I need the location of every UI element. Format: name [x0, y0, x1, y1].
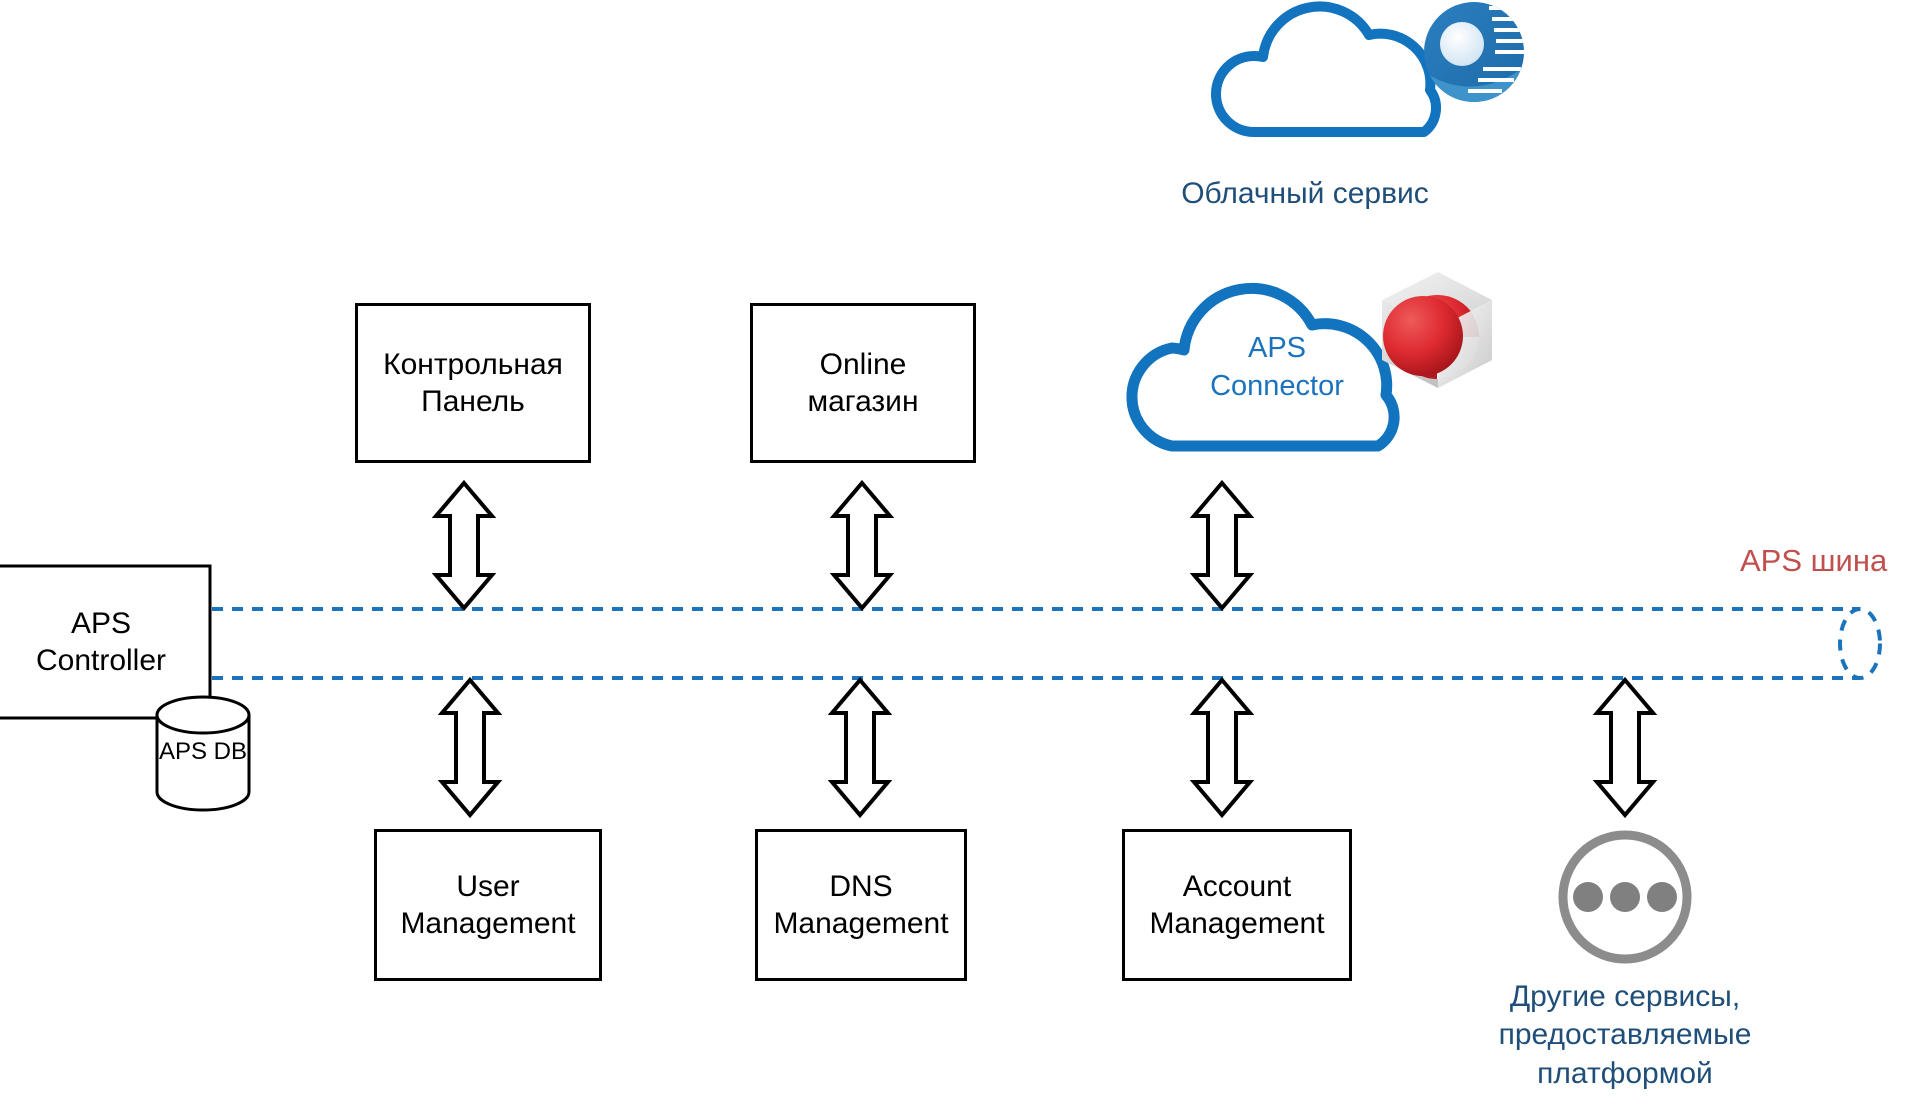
- other-services-caption: Другие сервисы, предоставляемые платформ…: [1498, 980, 1752, 1090]
- account-management-label: Account Management: [1149, 869, 1325, 941]
- aps-controller-label: APS Controller: [35, 606, 167, 678]
- online-store-box[interactable]: Online магазин: [750, 303, 976, 463]
- red-sphere-cube-icon: [1382, 272, 1492, 388]
- connector-bus-to-user-management: [437, 676, 503, 819]
- ellipsis-circle-icon: [1558, 830, 1692, 964]
- account-management-box[interactable]: Account Management: [1122, 829, 1352, 981]
- user-management-box[interactable]: User Management: [374, 829, 602, 981]
- cloud-outline-icon: [1211, 1, 1441, 137]
- diagram-canvas: APS Controller APS DB APS шина Облачный …: [0, 0, 1920, 1109]
- aps-controller-label-wrap: APS Controller: [0, 566, 210, 718]
- connector-bus-to-other-services: [1592, 676, 1658, 819]
- aps-connector-cloud-icon: [1126, 282, 1400, 452]
- connector-bus-to-account-management: [1189, 676, 1255, 819]
- cloud-service-caption: Облачный сервис: [1181, 177, 1429, 210]
- aps-bus-label: APS шина: [1740, 543, 1888, 578]
- user-management-label: User Management: [400, 869, 576, 941]
- aps-db-label: APS DB: [158, 738, 248, 765]
- aps-bus: [212, 607, 1882, 680]
- connector-online-store-to-bus: [829, 479, 895, 612]
- dns-management-box[interactable]: DNS Management: [755, 829, 967, 981]
- cloud-provider-logo-icon: [1424, 2, 1524, 102]
- control-panel-label: Контрольная Панель: [383, 347, 563, 419]
- online-store-label: Online магазин: [807, 347, 919, 419]
- dns-management-label: DNS Management: [773, 869, 949, 941]
- aps-connector-label: APS Connector: [1210, 332, 1344, 402]
- control-panel-box[interactable]: Контрольная Панель: [355, 303, 591, 463]
- connector-aps-connector-to-bus: [1189, 479, 1255, 612]
- connector-control-panel-to-bus: [431, 479, 497, 612]
- connector-bus-to-dns-management: [827, 676, 893, 819]
